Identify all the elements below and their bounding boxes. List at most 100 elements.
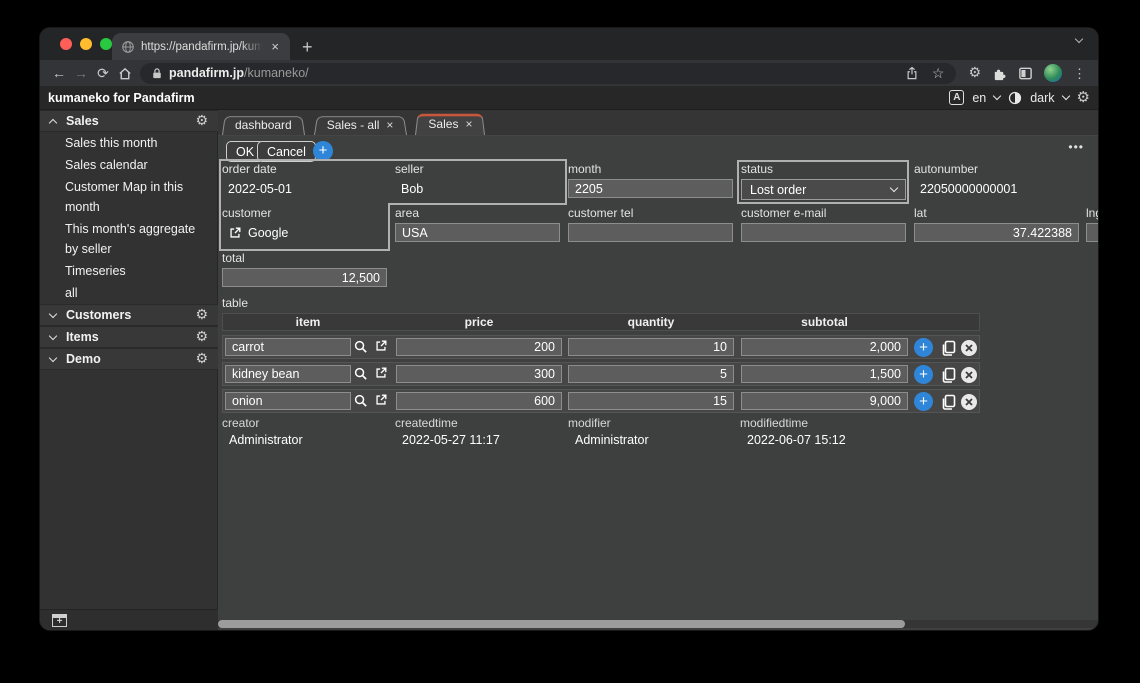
contrast-icon[interactable] — [1008, 91, 1022, 105]
tab-sales[interactable]: Sales × — [415, 112, 485, 135]
quantity-input[interactable] — [568, 365, 734, 383]
close-tab-icon[interactable]: × — [386, 118, 393, 132]
sidebar-section-customers[interactable]: Customers ⚙ — [40, 304, 218, 326]
section-label: Customers — [66, 308, 195, 322]
chevron-down-icon — [49, 353, 57, 361]
search-icon[interactable] — [353, 366, 369, 382]
bookmark-star-icon[interactable]: ☆ — [932, 66, 945, 80]
field-label: autonumber — [914, 162, 1082, 177]
delete-row-icon[interactable] — [959, 365, 978, 384]
extension-gear-icon[interactable]: ⚙ — [968, 66, 981, 80]
copy-row-icon[interactable] — [938, 392, 957, 411]
total-input[interactable] — [222, 268, 387, 287]
extensions-puzzle-icon[interactable] — [992, 66, 1007, 81]
forward-icon[interactable]: → — [70, 66, 92, 80]
new-tab-button[interactable]: + — [302, 38, 313, 56]
section-gear-icon[interactable]: ⚙ — [195, 330, 208, 344]
section-gear-icon[interactable]: ⚙ — [195, 352, 208, 366]
profile-avatar[interactable] — [1044, 64, 1062, 82]
section-gear-icon[interactable]: ⚙ — [195, 308, 208, 322]
horizontal-scrollbar-thumb[interactable] — [218, 620, 905, 628]
address-bar[interactable]: pandafirm.jp/kumaneko/ ☆ — [140, 63, 956, 84]
sidebar: Sales ⚙ Sales this month Sales calendar … — [40, 110, 218, 630]
lng-input[interactable] — [1086, 223, 1098, 242]
chevron-down-icon — [890, 184, 898, 192]
delete-row-icon[interactable] — [959, 338, 978, 357]
sidebar-item-all[interactable]: all — [40, 282, 218, 304]
tab-sales-all[interactable]: Sales - all × — [314, 115, 407, 135]
settings-gear-icon[interactable]: ⚙ — [1077, 90, 1090, 105]
external-link-icon[interactable] — [374, 339, 390, 355]
item-input[interactable] — [225, 365, 351, 383]
lat-input[interactable] — [914, 223, 1079, 242]
customer-email-input[interactable] — [741, 223, 906, 242]
item-input[interactable] — [225, 392, 351, 410]
customer-link[interactable]: Google — [248, 226, 288, 240]
sidebar-item-aggregate-by-seller[interactable]: This month's aggregate by seller — [40, 218, 218, 260]
sidebar-section-sales[interactable]: Sales ⚙ — [40, 110, 218, 132]
sidebar-item-sales-calendar[interactable]: Sales calendar — [40, 154, 218, 176]
browser-tab[interactable]: https://pandafirm.jp/kumaneko × — [112, 33, 290, 60]
copy-row-icon[interactable] — [938, 338, 957, 357]
cancel-button[interactable]: Cancel — [257, 141, 316, 162]
quantity-input[interactable] — [568, 392, 734, 410]
subtotal-input[interactable] — [741, 392, 908, 410]
close-tab-icon[interactable]: × — [465, 117, 472, 131]
area-input[interactable] — [395, 223, 560, 242]
browser-actions: ⚙ ⋮ — [964, 64, 1090, 82]
browser-tabstrip: https://pandafirm.jp/kumaneko × + — [40, 28, 1098, 60]
home-icon[interactable] — [114, 66, 136, 81]
tab-dashboard[interactable]: dashboard — [222, 115, 305, 135]
tabstrip-chevron-icon[interactable] — [1075, 35, 1083, 43]
close-tab-icon[interactable]: × — [269, 39, 281, 54]
minimize-window-button[interactable] — [80, 38, 92, 50]
status-select[interactable]: Lost order — [741, 179, 906, 200]
add-row-button[interactable]: + — [914, 392, 933, 411]
subtotal-input[interactable] — [741, 365, 908, 383]
sidebar-item-sales-this-month[interactable]: Sales this month — [40, 132, 218, 154]
theme-select[interactable]: dark — [1030, 91, 1054, 105]
external-link-icon[interactable] — [374, 366, 390, 382]
search-icon[interactable] — [353, 393, 369, 409]
chevron-up-icon — [49, 118, 57, 126]
add-record-button[interactable]: + — [313, 141, 333, 161]
createdtime-label: createdtime — [395, 416, 458, 430]
sidebar-item-timeseries[interactable]: Timeseries — [40, 260, 218, 282]
subtotal-input[interactable] — [741, 338, 908, 356]
share-icon[interactable] — [906, 66, 918, 81]
sidebar-item-customer-map[interactable]: Customer Map in this month — [40, 176, 218, 218]
sidebar-section-demo[interactable]: Demo ⚙ — [40, 348, 218, 370]
translate-icon[interactable]: A — [949, 90, 964, 105]
item-input[interactable] — [225, 338, 351, 356]
field-total: total — [222, 251, 390, 287]
delete-row-icon[interactable] — [959, 392, 978, 411]
external-link-icon[interactable] — [374, 393, 390, 409]
price-input[interactable] — [396, 338, 562, 356]
language-select[interactable]: en — [972, 91, 986, 105]
col-quantity: quantity — [567, 315, 735, 329]
more-options-button[interactable]: ••• — [1068, 140, 1084, 154]
price-input[interactable] — [396, 392, 562, 410]
new-app-button[interactable]: + — [52, 614, 67, 627]
chevron-down-icon — [993, 92, 1001, 100]
sidebar-section-items[interactable]: Items ⚙ — [40, 326, 218, 348]
back-icon[interactable]: ← — [48, 66, 70, 80]
copy-row-icon[interactable] — [938, 365, 957, 384]
zoom-window-button[interactable] — [100, 38, 112, 50]
browser-menu-icon[interactable]: ⋮ — [1073, 67, 1086, 80]
globe-favicon-icon — [121, 40, 135, 54]
section-gear-icon[interactable]: ⚙ — [195, 114, 208, 128]
reload-icon[interactable]: ⟳ — [92, 66, 114, 80]
customer-tel-input[interactable] — [568, 223, 733, 242]
price-input[interactable] — [396, 365, 562, 383]
search-icon[interactable] — [353, 339, 369, 355]
external-link-icon[interactable] — [228, 226, 242, 240]
month-input[interactable] — [568, 179, 733, 198]
side-panel-icon[interactable] — [1018, 66, 1033, 81]
quantity-input[interactable] — [568, 338, 734, 356]
field-area: area — [395, 206, 563, 242]
chevron-down-icon — [49, 309, 57, 317]
close-window-button[interactable] — [60, 38, 72, 50]
add-row-button[interactable]: + — [914, 338, 933, 357]
add-row-button[interactable]: + — [914, 365, 933, 384]
